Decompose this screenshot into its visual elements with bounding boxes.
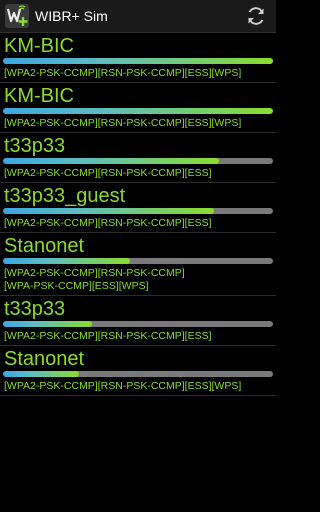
network-item[interactable]: Stanonet [WPA2-PSK-CCMP][RSN-PSK-CCMP][ES… (0, 346, 276, 396)
signal-strength-fill (3, 258, 130, 264)
network-capabilities: [WPA2-PSK-CCMP][RSN-PSK-CCMP][ESS][WPS] (4, 117, 242, 129)
signal-strength-bar (3, 371, 273, 377)
network-capabilities: [WPA2-PSK-CCMP][RSN-PSK-CCMP][ESS] (4, 167, 212, 179)
signal-strength-fill (3, 108, 273, 114)
signal-strength-bar (3, 321, 273, 327)
signal-strength-fill (3, 58, 273, 64)
network-item[interactable]: KM-BIC [WPA2-PSK-CCMP][RSN-PSK-CCMP][ESS]… (0, 83, 276, 133)
signal-strength-fill (3, 208, 214, 214)
signal-strength-fill (3, 371, 79, 377)
network-item[interactable]: KM-BIC [WPA2-PSK-CCMP][RSN-PSK-CCMP][ESS]… (0, 33, 276, 83)
network-capabilities: [WPA2-PSK-CCMP][RSN-PSK-CCMP][ESS] (4, 217, 212, 229)
app-title: WIBR+ Sim (35, 8, 108, 24)
wibr-app-icon[interactable] (5, 4, 29, 28)
network-list: KM-BIC [WPA2-PSK-CCMP][RSN-PSK-CCMP][ESS]… (0, 33, 276, 396)
refresh-icon[interactable] (244, 4, 268, 28)
signal-strength-fill (3, 321, 93, 327)
network-item[interactable]: t33p33 [WPA2-PSK-CCMP][RSN-PSK-CCMP][ESS] (0, 296, 276, 346)
network-capabilities: [WPA2-PSK-CCMP][RSN-PSK-CCMP][ESS][WPS] (4, 67, 242, 79)
network-item[interactable]: t33p33 [WPA2-PSK-CCMP][RSN-PSK-CCMP][ESS] (0, 133, 276, 183)
signal-strength-fill (3, 158, 219, 164)
network-ssid: Stanonet (4, 348, 85, 370)
signal-strength-bar (3, 58, 273, 64)
network-ssid: t33p33 (4, 298, 66, 320)
network-item[interactable]: t33p33_guest [WPA2-PSK-CCMP][RSN-PSK-CCMP… (0, 183, 276, 233)
signal-strength-bar (3, 208, 273, 214)
network-capabilities: [WPA2-PSK-CCMP][RSN-PSK-CCMP][ESS] (4, 330, 212, 342)
signal-strength-bar (3, 108, 273, 114)
network-item[interactable]: Stanonet [WPA2-PSK-CCMP][RSN-PSK-CCMP] [WP… (0, 233, 276, 296)
network-capabilities: [WPA2-PSK-CCMP][RSN-PSK-CCMP] (4, 267, 185, 279)
network-capabilities: [WPA-PSK-CCMP][ESS][WPS] (4, 280, 149, 292)
action-bar: WIBR+ Sim (0, 0, 276, 33)
network-ssid: KM-BIC (4, 85, 74, 107)
network-ssid: t33p33 (4, 135, 66, 157)
network-capabilities: [WPA2-PSK-CCMP][RSN-PSK-CCMP][ESS][WPS] (4, 380, 242, 392)
network-ssid: KM-BIC (4, 35, 74, 57)
signal-strength-bar (3, 158, 273, 164)
network-ssid: t33p33_guest (4, 185, 126, 207)
network-ssid: Stanonet (4, 235, 85, 257)
signal-strength-bar (3, 258, 273, 264)
